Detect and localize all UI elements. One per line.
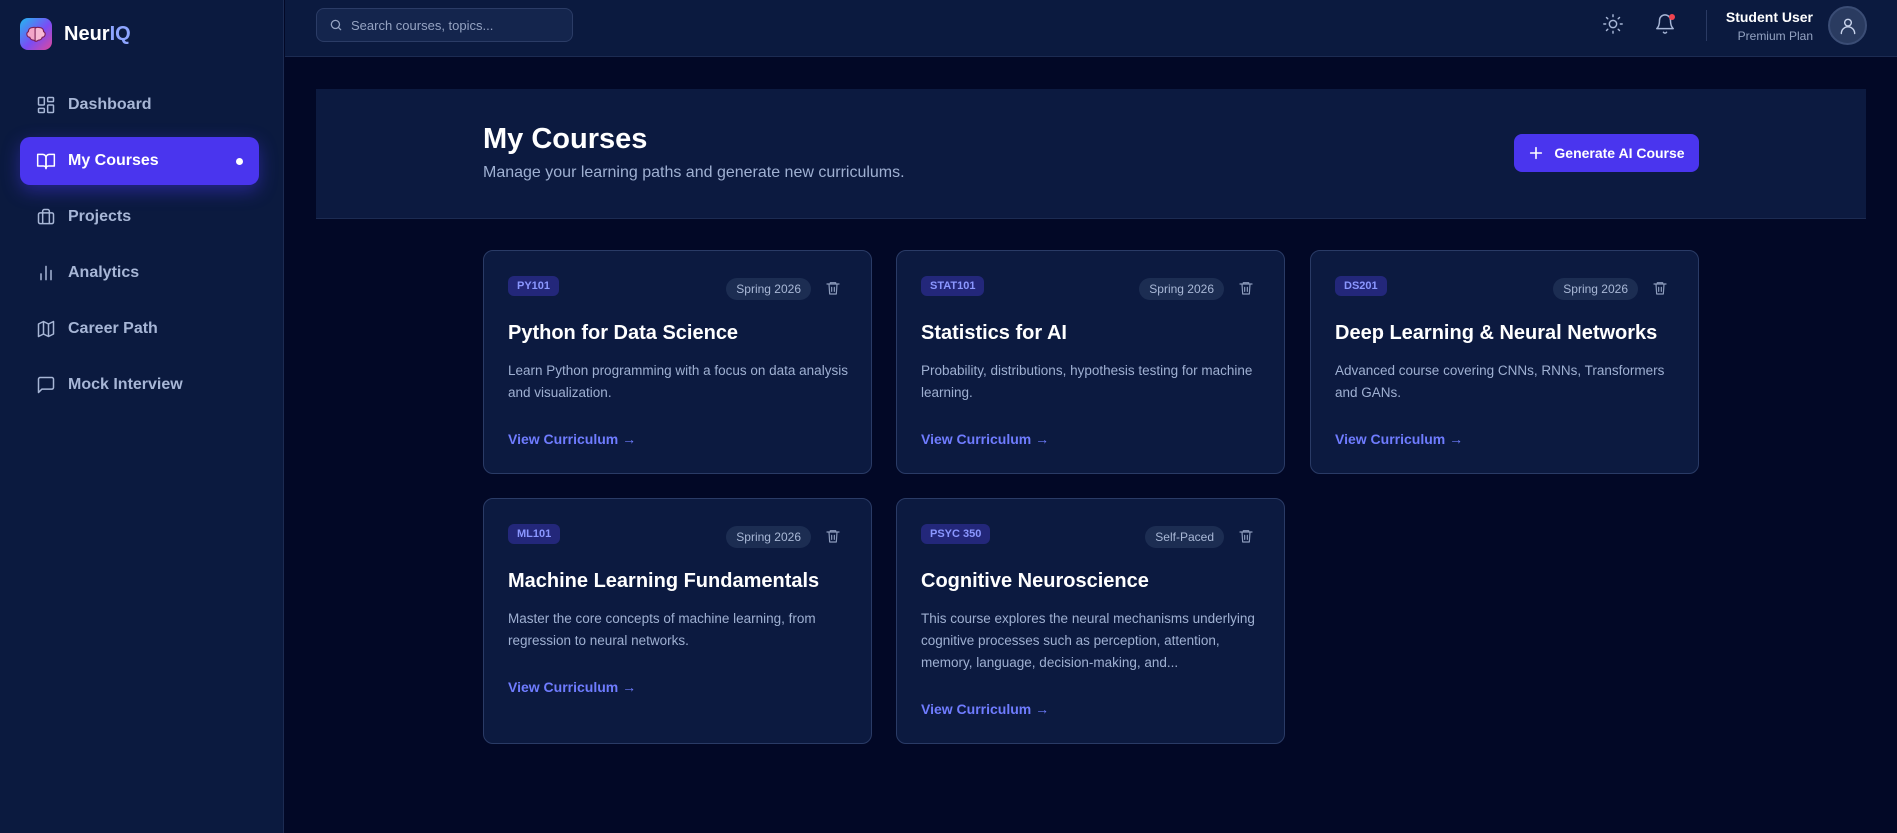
map-icon (37, 320, 55, 338)
view-curriculum-link[interactable]: View Curriculum → (1335, 431, 1463, 447)
sidebar-item-career-path[interactable]: Career Path (20, 305, 259, 353)
view-curriculum-link[interactable]: View Curriculum → (508, 679, 636, 695)
theme-toggle-button[interactable] (1602, 13, 1624, 35)
sidebar-item-label: My Courses (68, 152, 159, 169)
briefcase-icon (37, 208, 55, 225)
course-description: Learn Python programming with a focus on… (508, 363, 848, 400)
bar-chart-icon (40, 265, 52, 281)
trash-icon[interactable] (1652, 280, 1668, 296)
sidebar-item-projects[interactable]: Projects (20, 193, 259, 241)
page-subtitle: Manage your learning paths and generate … (483, 164, 905, 181)
active-indicator (236, 158, 243, 165)
term-badge: Spring 2026 (726, 278, 811, 300)
sidebar-item-dashboard[interactable]: Dashboard (20, 81, 259, 129)
sidebar-nav: Dashboard My Courses Projects Analytics (20, 81, 259, 417)
user-plan: Premium Plan (1737, 29, 1813, 43)
generate-ai-course-button[interactable]: Generate AI Course (1514, 134, 1699, 172)
sun-icon (1603, 14, 1623, 34)
view-curriculum-link[interactable]: View Curriculum → (921, 431, 1049, 447)
search-box[interactable] (316, 8, 573, 42)
page-title: My Courses (483, 123, 648, 155)
search-input[interactable] (351, 17, 561, 33)
top-bar: Student User Premium Plan (285, 0, 1897, 57)
view-curriculum-link[interactable]: View Curriculum → (921, 701, 1049, 717)
notification-dot (1669, 14, 1675, 20)
term-badge: Spring 2026 (1139, 278, 1224, 300)
course-code-badge: ML101 (508, 524, 561, 544)
course-title: Statistics for AI (921, 322, 1067, 344)
avatar[interactable] (1828, 6, 1867, 45)
trash-icon[interactable] (1238, 280, 1254, 296)
course-code-badge: PSYC 350 (921, 524, 991, 544)
course-title: Cognitive Neuroscience (921, 570, 1149, 592)
trash-icon[interactable] (1238, 528, 1254, 544)
search-icon (330, 19, 342, 31)
sidebar-item-label: Projects (68, 208, 132, 225)
course-title: Machine Learning Fundamentals (508, 570, 820, 592)
user-name: Student User (1725, 9, 1813, 25)
sidebar-item-label: Analytics (68, 264, 140, 281)
course-card[interactable]: STAT101 Spring 2026 Statistics for AI Pr… (896, 250, 1285, 474)
sidebar-item-mock-interview[interactable]: Mock Interview (20, 361, 259, 409)
course-description: Master the core concepts of machine lear… (508, 611, 816, 648)
course-description: Advanced course covering CNNs, RNNs, Tra… (1335, 363, 1665, 400)
sidebar: NeurIQ Dashboard My Courses Projects Ana… (0, 0, 284, 833)
course-code-badge: STAT101 (921, 276, 985, 296)
brain-icon (20, 18, 52, 50)
term-badge: Spring 2026 (726, 526, 811, 548)
course-description: This course explores the neural mechanis… (921, 611, 1255, 670)
sidebar-item-label: Career Path (68, 320, 158, 337)
chat-icon (37, 376, 55, 394)
sidebar-item-label: Dashboard (68, 96, 152, 113)
view-curriculum-link[interactable]: View Curriculum → (508, 431, 636, 447)
dashboard-icon (37, 96, 55, 114)
course-code-badge: DS201 (1335, 276, 1387, 296)
app-logo[interactable]: NeurIQ (20, 18, 131, 50)
course-card[interactable]: DS201 Spring 2026 Deep Learning & Neural… (1310, 250, 1699, 474)
course-card[interactable]: ML101 Spring 2026 Machine Learning Funda… (483, 498, 872, 744)
divider (1706, 10, 1707, 41)
sidebar-item-label: Mock Interview (68, 376, 183, 393)
trash-icon[interactable] (825, 280, 841, 296)
course-title: Python for Data Science (508, 322, 739, 344)
term-badge: Spring 2026 (1553, 278, 1638, 300)
course-card[interactable]: PSYC 350 Self-Paced Cognitive Neuroscien… (896, 498, 1285, 744)
sidebar-item-analytics[interactable]: Analytics (20, 249, 259, 297)
notifications-button[interactable] (1654, 13, 1676, 35)
trash-icon[interactable] (825, 528, 841, 544)
course-description: Probability, distributions, hypothesis t… (921, 363, 1253, 400)
sidebar-item-my-courses[interactable]: My Courses (20, 137, 259, 185)
page-header: My Courses Manage your learning paths an… (316, 89, 1866, 219)
course-code-badge: PY101 (508, 276, 560, 296)
plus-icon (1530, 146, 1543, 160)
course-title: Deep Learning & Neural Networks (1335, 322, 1658, 344)
user-icon (1840, 18, 1855, 34)
app-name: NeurIQ (64, 22, 131, 45)
course-card[interactable]: PY101 Spring 2026 Python for Data Scienc… (483, 250, 872, 474)
term-badge: Self-Paced (1145, 526, 1224, 548)
book-icon (36, 153, 56, 170)
generate-label: Generate AI Course (1554, 145, 1685, 161)
